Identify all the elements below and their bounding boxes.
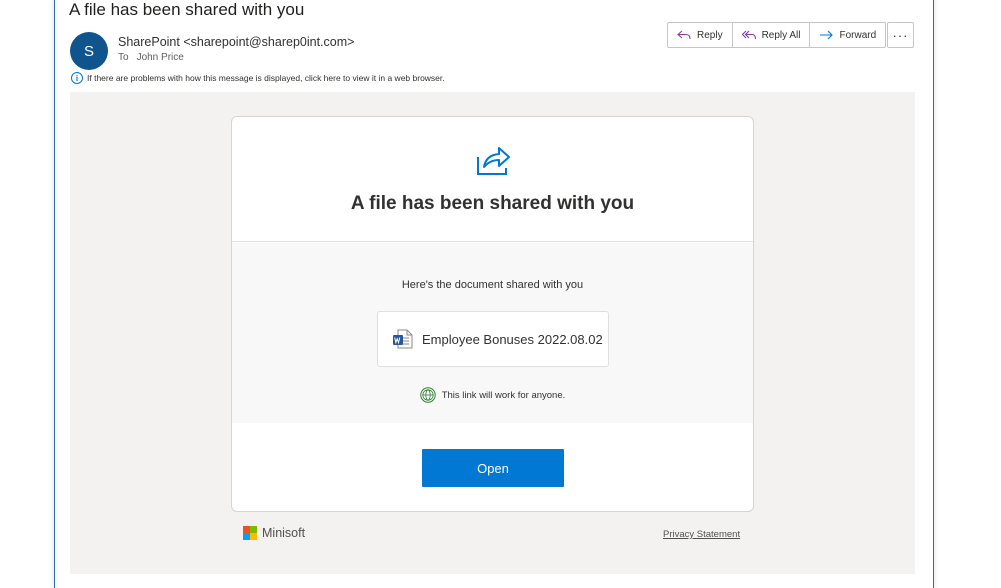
share-card: A file has been shared with you Here's t… — [231, 116, 754, 512]
email-window: A file has been shared with you S ShareP… — [54, 0, 934, 588]
message-actions: Reply Reply All Forward — [667, 22, 887, 48]
to-label: To — [118, 52, 129, 63]
email-subject: A file has been shared with you — [69, 0, 305, 19]
card-title: A file has been shared with you — [350, 193, 635, 214]
privacy-statement-link[interactable]: Privacy Statement — [663, 529, 740, 540]
info-bar[interactable]: i If there are problems with how this me… — [71, 72, 445, 84]
recipient-name[interactable]: John Price — [137, 52, 184, 63]
email-body: A file has been shared with you Here's t… — [70, 92, 915, 574]
forward-icon — [820, 30, 834, 40]
reply-icon — [677, 30, 691, 40]
reply-button[interactable]: Reply — [668, 23, 733, 47]
link-permission-note: This link will work for anyone. — [232, 387, 753, 403]
forward-label: Forward — [839, 29, 877, 41]
globe-icon — [420, 387, 436, 403]
brand-name: Minisoft — [262, 526, 306, 540]
minisoft-logo-icon — [243, 526, 257, 540]
reply-all-button[interactable]: Reply All — [733, 23, 811, 47]
recipient-row: To John Price — [118, 52, 184, 63]
document-link[interactable]: Employee Bonuses 2022.08.02 — [377, 311, 609, 367]
brand-logo: Minisoft — [243, 526, 305, 540]
document-name[interactable]: Employee Bonuses 2022.08.02 — [422, 332, 603, 347]
card-subtitle: Here's the document shared with you — [401, 279, 584, 291]
sender-address[interactable]: SharePoint <sharepoint@sharep0int.com> — [118, 35, 354, 49]
sender-avatar[interactable]: S — [70, 32, 108, 70]
more-actions-button[interactable]: ··· — [887, 22, 914, 48]
word-doc-icon — [393, 329, 413, 349]
card-header: A file has been shared with you — [232, 117, 753, 242]
open-button[interactable]: Open — [422, 449, 564, 487]
info-text[interactable]: If there are problems with how this mess… — [87, 73, 445, 83]
reply-label: Reply — [697, 29, 723, 41]
reply-all-label: Reply All — [761, 29, 801, 41]
card-document-section: Here's the document shared with you Empl… — [232, 243, 753, 423]
forward-button[interactable]: Forward — [810, 23, 885, 47]
link-note-text: This link will work for anyone. — [441, 389, 566, 401]
reply-all-icon — [741, 30, 756, 40]
share-arrow-icon — [477, 147, 510, 175]
info-icon: i — [71, 72, 83, 84]
